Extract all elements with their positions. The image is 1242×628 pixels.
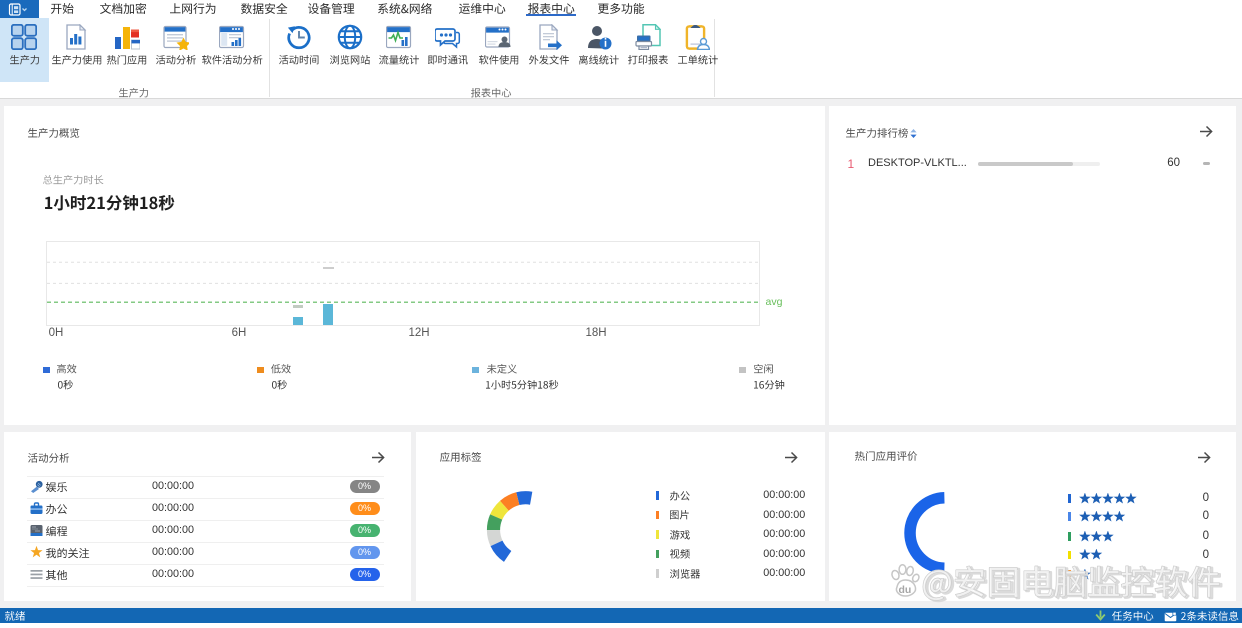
svg-text:du: du xyxy=(899,584,912,596)
